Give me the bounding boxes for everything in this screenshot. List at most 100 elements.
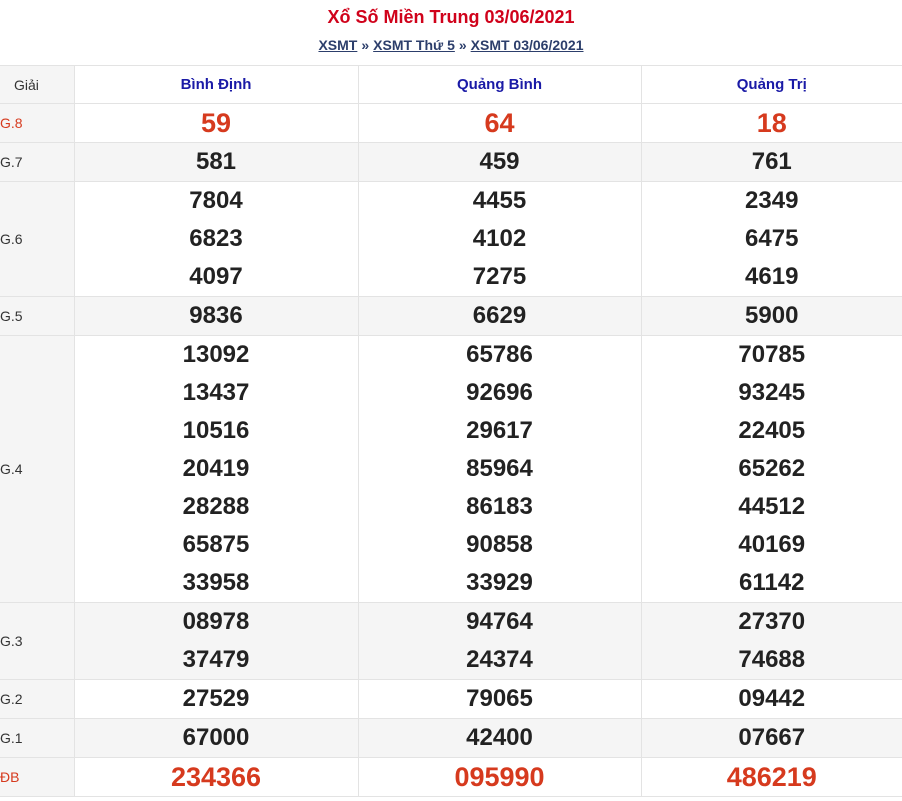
- prize-number: 13092: [75, 336, 358, 374]
- prize-number: 7275: [359, 258, 641, 296]
- prize-number: 85964: [359, 450, 641, 488]
- prize-number: 42400: [359, 719, 641, 757]
- breadcrumb-link-xsmt[interactable]: XSMT: [318, 37, 357, 53]
- prize-cell: 0897837479: [74, 603, 358, 680]
- prize-number: 486219: [642, 758, 902, 796]
- prize-number: 07667: [642, 719, 902, 757]
- province-header[interactable]: Bình Định: [74, 66, 358, 104]
- prize-label: G.1: [0, 719, 74, 758]
- prize-number: 65786: [359, 336, 641, 374]
- prize-number: 64: [359, 104, 641, 142]
- prize-number: 70785: [642, 336, 902, 374]
- prize-number: 40169: [642, 526, 902, 564]
- prize-cell: 27529: [74, 680, 358, 719]
- prize-number: 29617: [359, 412, 641, 450]
- province-header[interactable]: Quảng Bình: [358, 66, 641, 104]
- prize-number: 4455: [359, 182, 641, 220]
- breadcrumb-link-xsmt-date[interactable]: XSMT 03/06/2021: [471, 37, 584, 53]
- prize-cell: 42400: [358, 719, 641, 758]
- prize-cell: 79065: [358, 680, 641, 719]
- breadcrumb-link-xsmt-thu5[interactable]: XSMT Thứ 5: [373, 37, 455, 53]
- prize-row: G.7581459761: [0, 143, 902, 182]
- prize-cell: 581: [74, 143, 358, 182]
- prize-label: G.2: [0, 680, 74, 719]
- prize-number: 65875: [75, 526, 358, 564]
- prize-number: 67000: [75, 719, 358, 757]
- prize-number: 90858: [359, 526, 641, 564]
- prize-label: G.8: [0, 104, 74, 143]
- giai-column-header: Giải: [0, 66, 74, 104]
- prize-label: G.3: [0, 603, 74, 680]
- prize-label: ĐB: [0, 758, 74, 797]
- prize-label: G.6: [0, 182, 74, 297]
- results-table: Giải Bình Định Quảng Bình Quảng Trị G.85…: [0, 65, 902, 797]
- prize-number: 13437: [75, 374, 358, 412]
- prize-number: 65262: [642, 450, 902, 488]
- prize-number: 59: [75, 104, 358, 142]
- prize-cell: 9836: [74, 297, 358, 336]
- prize-cell: 486219: [641, 758, 902, 797]
- prize-row: G.8596418: [0, 104, 902, 143]
- prize-number: 5900: [642, 297, 902, 335]
- prize-number: 581: [75, 143, 358, 181]
- breadcrumb-separator: »: [455, 37, 471, 53]
- prize-number: 6629: [359, 297, 641, 335]
- prize-number: 9836: [75, 297, 358, 335]
- prize-number: 6823: [75, 220, 358, 258]
- prize-cell: 459: [358, 143, 641, 182]
- prize-number: 4097: [75, 258, 358, 296]
- prize-row: G.41309213437105162041928288658753395865…: [0, 336, 902, 603]
- prize-number: 27370: [642, 603, 902, 641]
- prize-number: 86183: [359, 488, 641, 526]
- prize-number: 94764: [359, 603, 641, 641]
- prize-cell: 095990: [358, 758, 641, 797]
- prize-number: 92696: [359, 374, 641, 412]
- prize-number: 10516: [75, 412, 358, 450]
- prize-number: 93245: [642, 374, 902, 412]
- prize-cell: 64: [358, 104, 641, 143]
- prize-number: 08978: [75, 603, 358, 641]
- prize-cell: 9476424374: [358, 603, 641, 680]
- prize-number: 79065: [359, 680, 641, 718]
- prize-row: G.2275297906509442: [0, 680, 902, 719]
- province-header[interactable]: Quảng Trị: [641, 66, 902, 104]
- prize-label: G.7: [0, 143, 74, 182]
- prize-number: 28288: [75, 488, 358, 526]
- prize-row: G.1670004240007667: [0, 719, 902, 758]
- prize-row: G.6780468234097445541027275234964754619: [0, 182, 902, 297]
- prize-cell: 18: [641, 104, 902, 143]
- prize-row: G.3089783747994764243742737074688: [0, 603, 902, 680]
- breadcrumb: XSMT»XSMT Thứ 5»XSMT 03/06/2021: [0, 37, 902, 53]
- page-title: Xổ Số Miền Trung 03/06/2021: [0, 8, 902, 26]
- prize-number: 22405: [642, 412, 902, 450]
- prize-number: 2349: [642, 182, 902, 220]
- prize-number: 27529: [75, 680, 358, 718]
- breadcrumb-separator: »: [357, 37, 373, 53]
- prize-cell: 5900: [641, 297, 902, 336]
- prize-cell: 67000: [74, 719, 358, 758]
- prize-cell: 09442: [641, 680, 902, 719]
- prize-number: 09442: [642, 680, 902, 718]
- prize-cell: 70785932452240565262445124016961142: [641, 336, 902, 603]
- prize-number: 459: [359, 143, 641, 181]
- prize-number: 61142: [642, 564, 902, 602]
- prize-cell: 234366: [74, 758, 358, 797]
- prize-label: G.4: [0, 336, 74, 603]
- prize-cell: 59: [74, 104, 358, 143]
- prize-number: 33929: [359, 564, 641, 602]
- prize-cell: 234964754619: [641, 182, 902, 297]
- prize-number: 18: [642, 104, 902, 142]
- prize-row: G.5983666295900: [0, 297, 902, 336]
- prize-cell: 780468234097: [74, 182, 358, 297]
- prize-number: 74688: [642, 641, 902, 679]
- prize-cell: 13092134371051620419282886587533958: [74, 336, 358, 603]
- prize-cell: 445541027275: [358, 182, 641, 297]
- prize-number: 20419: [75, 450, 358, 488]
- prize-number: 44512: [642, 488, 902, 526]
- prize-number: 6475: [642, 220, 902, 258]
- prize-number: 4619: [642, 258, 902, 296]
- prize-number: 4102: [359, 220, 641, 258]
- prize-cell: 761: [641, 143, 902, 182]
- prize-row: ĐB234366095990486219: [0, 758, 902, 797]
- prize-number: 095990: [359, 758, 641, 796]
